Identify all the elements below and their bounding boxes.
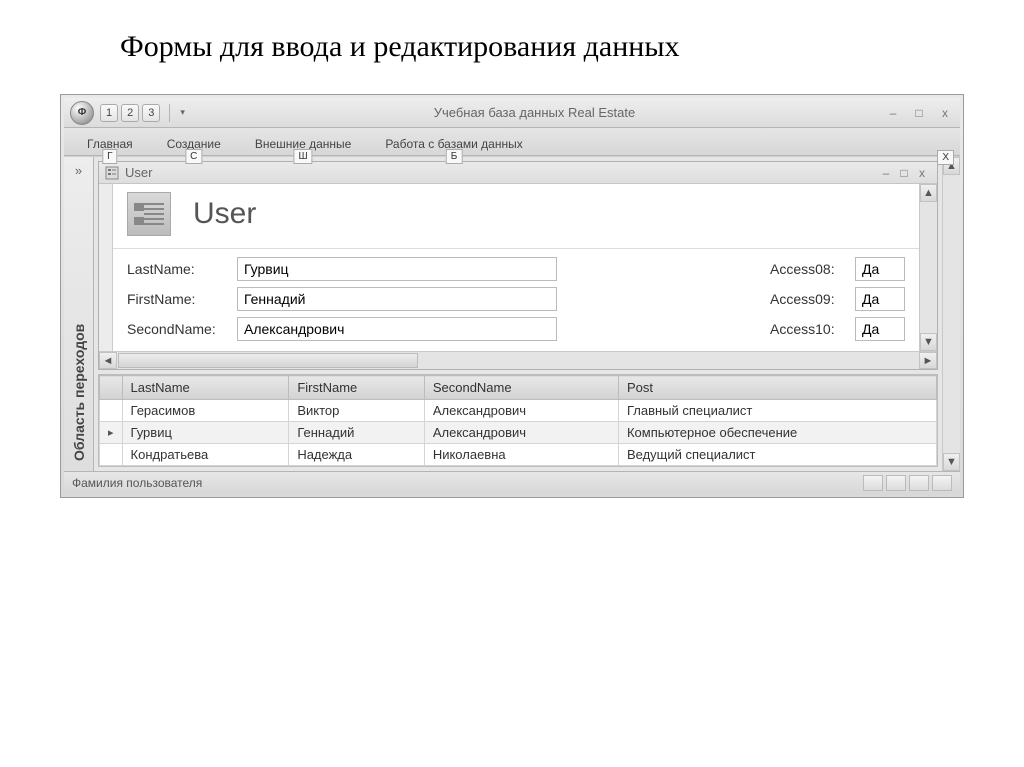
form-icon [105, 166, 119, 180]
scroll-down-icon[interactable]: ▼ [943, 453, 960, 471]
ribbon: Главная Г Создание С Внешние данные Ш Ра… [64, 128, 960, 156]
qat-key-3[interactable]: 3 [142, 104, 160, 122]
form-titlebar: User – □ x [99, 162, 937, 184]
datasheet-grid: LastName FirstName SecondName Post Герас… [98, 374, 938, 467]
label-firstname: FirstName: [127, 291, 237, 307]
view-design-icon[interactable] [932, 475, 952, 491]
office-button[interactable]: Ф [70, 101, 94, 125]
keytip: Б [446, 149, 463, 164]
cell[interactable]: Кондратьева [122, 444, 289, 466]
window-title: Учебная база данных Real Estate [185, 105, 884, 120]
cell[interactable]: Александрович [424, 400, 618, 422]
label-access09: Access09: [770, 291, 855, 307]
keytip: Г [102, 149, 117, 164]
form-logo-icon [127, 192, 171, 236]
cell[interactable]: Александрович [424, 422, 618, 444]
scroll-right-icon[interactable]: ► [919, 352, 937, 369]
form-minimize-button[interactable]: – [877, 166, 895, 180]
cell[interactable]: Компьютерное обеспечение [618, 422, 936, 444]
cell[interactable]: Виктор [289, 400, 425, 422]
ribbon-tab-external[interactable]: Внешние данные Ш [240, 133, 367, 154]
col-secondname[interactable]: SecondName [424, 376, 618, 400]
qat-divider [169, 104, 170, 122]
qat-key-2[interactable]: 2 [121, 104, 139, 122]
close-button[interactable]: x [936, 106, 954, 120]
main-vertical-scrollbar[interactable]: ▲ ▼ [942, 157, 960, 471]
input-access08[interactable] [855, 257, 905, 281]
label-access10: Access10: [770, 321, 855, 337]
ribbon-help-keytip: X [937, 150, 954, 165]
cell[interactable]: Геннадий [289, 422, 425, 444]
form-horizontal-scrollbar[interactable]: ◄ ► [99, 351, 937, 369]
form-header: User [113, 184, 919, 249]
form-header-title: User [193, 197, 256, 231]
nav-expand-icon[interactable]: » [75, 157, 82, 184]
titlebar: Ф 1 2 3 ▾ Учебная база данных Real Estat… [64, 98, 960, 128]
table-row[interactable]: ГерасимовВикторАлександровичГлавный спец… [100, 400, 937, 422]
view-datasheet-icon[interactable] [886, 475, 906, 491]
statusbar: Фамилия пользователя [64, 471, 960, 494]
row-selector[interactable] [100, 444, 123, 466]
label-secondname: SecondName: [127, 321, 237, 337]
form-maximize-button[interactable]: □ [895, 166, 913, 180]
cell[interactable]: Главный специалист [618, 400, 936, 422]
cell[interactable]: Гурвиц [122, 422, 289, 444]
table-row[interactable]: КондратьеваНадеждаНиколаевнаВедущий спец… [100, 444, 937, 466]
status-text: Фамилия пользователя [72, 476, 202, 490]
minimize-button[interactable]: – [884, 106, 902, 120]
view-form-icon[interactable] [863, 475, 883, 491]
record-selector-bar[interactable] [99, 184, 113, 351]
input-access10[interactable] [855, 317, 905, 341]
keytip: Ш [293, 149, 312, 164]
cell[interactable]: Надежда [289, 444, 425, 466]
form-tab-title: User [125, 165, 152, 180]
row-selector[interactable] [100, 400, 123, 422]
main-area: User – □ x User Las [94, 157, 942, 471]
select-all-corner[interactable] [100, 376, 123, 400]
col-firstname[interactable]: FirstName [289, 376, 425, 400]
slide-title: Формы для ввода и редактирования данных [120, 30, 964, 64]
ribbon-tab-create[interactable]: Создание С [152, 133, 236, 154]
nav-pane-label: Область переходов [71, 184, 87, 471]
cell[interactable]: Ведущий специалист [618, 444, 936, 466]
maximize-button[interactable]: □ [910, 106, 928, 120]
cell[interactable]: Герасимов [122, 400, 289, 422]
form-vertical-scrollbar[interactable]: ▲ ▼ [919, 184, 937, 351]
col-post[interactable]: Post [618, 376, 936, 400]
view-layout-icon[interactable] [909, 475, 929, 491]
row-selector[interactable] [100, 422, 123, 444]
ribbon-tab-home[interactable]: Главная Г [72, 133, 148, 154]
table-row[interactable]: ГурвицГеннадийАлександровичКомпьютерное … [100, 422, 937, 444]
scroll-left-icon[interactable]: ◄ [99, 352, 117, 369]
cell[interactable]: Николаевна [424, 444, 618, 466]
navigation-pane-collapsed[interactable]: » Область переходов [64, 157, 94, 471]
input-access09[interactable] [855, 287, 905, 311]
form-content: User LastName: Access08: First [99, 184, 937, 351]
input-firstname[interactable] [237, 287, 557, 311]
scroll-up-icon[interactable]: ▲ [920, 184, 937, 202]
label-lastname: LastName: [127, 261, 237, 277]
qat-key-1[interactable]: 1 [100, 104, 118, 122]
app-window: Ф 1 2 3 ▾ Учебная база данных Real Estat… [60, 94, 964, 498]
col-lastname[interactable]: LastName [122, 376, 289, 400]
form-window: User – □ x User Las [98, 161, 938, 370]
scroll-down-icon[interactable]: ▼ [920, 333, 937, 351]
label-access08: Access08: [770, 261, 855, 277]
input-secondname[interactable] [237, 317, 557, 341]
scroll-thumb[interactable] [118, 353, 418, 368]
input-lastname[interactable] [237, 257, 557, 281]
ribbon-tab-dbtools[interactable]: Работа с базами данных Б [370, 133, 537, 154]
form-close-button[interactable]: x [913, 166, 931, 180]
body-area: » Область переходов User – □ x [64, 156, 960, 471]
keytip: С [185, 149, 202, 164]
